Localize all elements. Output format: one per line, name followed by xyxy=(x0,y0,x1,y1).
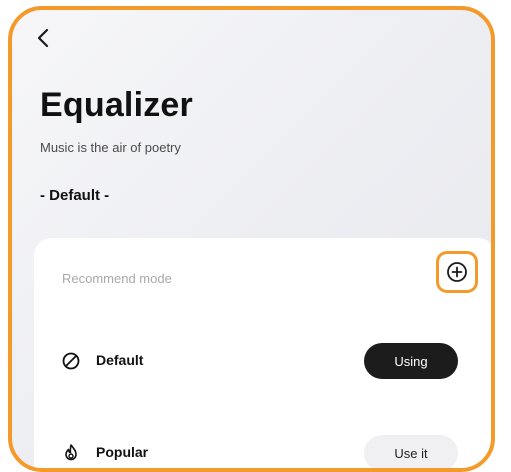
recommend-mode-panel: Recommend mode Default Using Popular Use… xyxy=(34,238,491,468)
equalizer-screen: Equalizer Music is the air of poetry - D… xyxy=(8,6,495,472)
circle-slash-icon xyxy=(62,352,80,370)
use-it-button[interactable]: Use it xyxy=(364,435,458,468)
flame-icon xyxy=(65,444,77,461)
current-preset-label: - Default - xyxy=(40,187,110,204)
back-button[interactable] xyxy=(32,26,56,50)
mode-label: Popular xyxy=(96,444,149,460)
mode-label: Default xyxy=(96,352,144,368)
chevron-left-icon xyxy=(37,28,49,48)
using-button[interactable]: Using xyxy=(364,343,458,379)
section-label: Recommend mode xyxy=(62,271,172,286)
page-title: Equalizer xyxy=(40,86,193,124)
page-subtitle: Music is the air of poetry xyxy=(40,140,181,155)
plus-circle-icon xyxy=(447,262,467,282)
mode-row-default[interactable]: Default Using xyxy=(34,341,491,381)
add-mode-button[interactable] xyxy=(436,251,478,293)
mode-row-popular[interactable]: Popular Use it xyxy=(34,433,491,468)
